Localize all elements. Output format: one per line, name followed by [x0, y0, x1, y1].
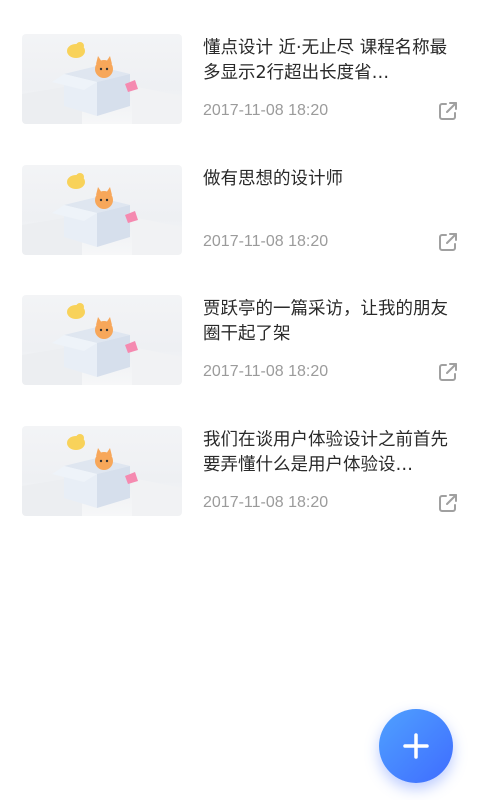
- article-thumbnail: [22, 295, 182, 385]
- external-link-icon[interactable]: [437, 361, 459, 383]
- box-illustration-icon: [22, 303, 182, 385]
- external-link-icon[interactable]: [437, 231, 459, 253]
- add-button[interactable]: [379, 709, 453, 783]
- article-item[interactable]: 做有思想的设计师 2017-11-08 18:20: [0, 165, 480, 275]
- article-date: 2017-11-08 18:20: [203, 233, 329, 250]
- external-link-icon[interactable]: [437, 492, 459, 514]
- box-illustration-icon: [22, 434, 182, 516]
- article-title[interactable]: 懂点设计 近·无止尽 课程名称最多显示2行超出长度省…: [203, 36, 455, 86]
- box-illustration-icon: [22, 173, 182, 255]
- article-date: 2017-11-08 18:20: [203, 494, 329, 511]
- external-link-icon[interactable]: [437, 100, 459, 122]
- article-title[interactable]: 做有思想的设计师: [203, 167, 455, 192]
- article-title[interactable]: 我们在谈用户体验设计之前首先要弄懂什么是用户体验设…: [203, 428, 455, 478]
- box-illustration-icon: [22, 42, 182, 124]
- article-date: 2017-11-08 18:20: [203, 363, 329, 380]
- plus-icon: [403, 733, 429, 759]
- article-date: 2017-11-08 18:20: [203, 102, 329, 119]
- article-title[interactable]: 贾跃亭的一篇采访，让我的朋友圈干起了架: [203, 297, 455, 347]
- article-list-page: 懂点设计 近·无止尽 课程名称最多显示2行超出长度省… 2017-11-08 1…: [0, 0, 480, 800]
- article-thumbnail: [22, 426, 182, 516]
- article-item[interactable]: 懂点设计 近·无止尽 课程名称最多显示2行超出长度省… 2017-11-08 1…: [0, 34, 480, 144]
- article-thumbnail: [22, 165, 182, 255]
- article-item[interactable]: 我们在谈用户体验设计之前首先要弄懂什么是用户体验设… 2017-11-08 18…: [0, 426, 480, 536]
- article-thumbnail: [22, 34, 182, 124]
- article-item[interactable]: 贾跃亭的一篇采访，让我的朋友圈干起了架 2017-11-08 18:20: [0, 295, 480, 405]
